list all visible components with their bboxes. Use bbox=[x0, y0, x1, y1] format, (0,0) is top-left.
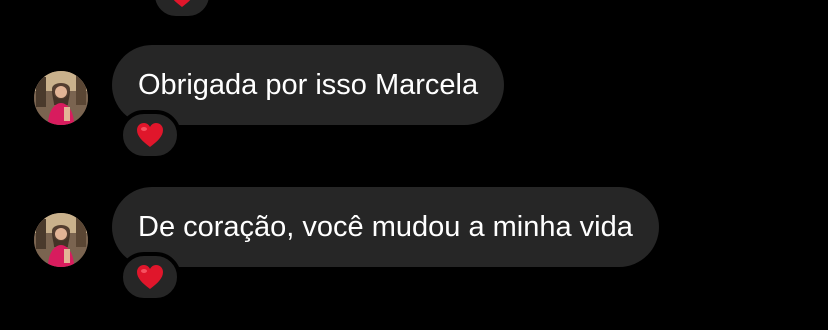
message-bubble[interactable]: De coração, você mudou a minha vida bbox=[112, 187, 659, 267]
reaction-badge[interactable] bbox=[119, 110, 181, 160]
reaction-badge[interactable] bbox=[119, 252, 181, 302]
message-text: Obrigada por isso Marcela bbox=[138, 69, 479, 101]
message-text: De coração, você mudou a minha vida bbox=[138, 211, 633, 243]
heart-icon bbox=[167, 0, 197, 9]
message-row: Obrigada por isso Marcela bbox=[0, 45, 828, 165]
message-bubble[interactable]: Obrigada por isso Marcela bbox=[112, 45, 505, 125]
message-row: De coração, você mudou a minha vida bbox=[0, 187, 828, 307]
avatar[interactable] bbox=[34, 71, 88, 125]
heart-icon bbox=[135, 263, 165, 291]
avatar[interactable] bbox=[34, 213, 88, 267]
heart-icon bbox=[135, 121, 165, 149]
reaction-badge-previous[interactable] bbox=[151, 0, 213, 20]
